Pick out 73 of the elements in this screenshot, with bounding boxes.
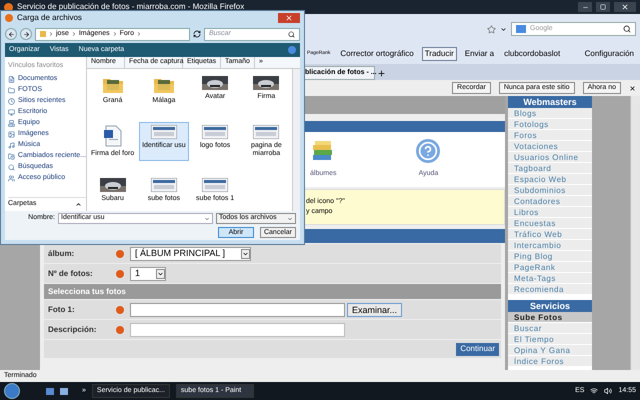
sidebar-link[interactable]: PageRank <box>508 262 592 273</box>
sidebar-link[interactable]: Votaciones <box>508 141 592 152</box>
close-icon[interactable] <box>629 84 636 92</box>
select-field[interactable]: [ ÁLBUM PRINCIPAL ] <box>130 246 252 260</box>
sidebar-link[interactable]: Usuarios Online <box>508 152 592 163</box>
sidebar-link[interactable]: Índice Foros <box>508 356 592 367</box>
new-tab-icon[interactable] <box>377 69 386 78</box>
select-field[interactable]: 1 <box>130 266 166 280</box>
refresh-icon[interactable] <box>193 30 201 38</box>
search-icon[interactable] <box>623 25 631 33</box>
window-title: Servicio de publicación de fotos - miarroba.com - Mozilla Firefox <box>17 1 246 13</box>
scrollbar[interactable] <box>292 69 300 211</box>
screenshot-thumbnail <box>253 125 280 139</box>
toolbar-button[interactable]: Traducir <box>422 47 457 61</box>
sidebar-header: Webmasters <box>508 96 592 108</box>
sidebar-link[interactable]: Fotologs <box>508 119 592 130</box>
sidebar-header: Servicios <box>508 300 592 312</box>
bookmark-star-icon[interactable] <box>487 24 496 34</box>
sidebar-link[interactable]: Sube Fotos <box>508 312 592 323</box>
sidebar-link[interactable]: Contadores <box>508 196 592 207</box>
maximize-icon <box>600 4 606 10</box>
close-icon <box>621 3 629 11</box>
sidebar-link[interactable]: Foros <box>508 130 592 141</box>
file-path-field[interactable] <box>130 302 345 316</box>
network-icon[interactable] <box>590 387 598 395</box>
section-header: Selecciona tus fotos <box>44 284 501 299</box>
screenshot-thumbnail <box>202 125 228 139</box>
scrollbar[interactable] <box>630 96 640 370</box>
field-label: Foto 1: <box>47 304 76 316</box>
dialog-title: Carga de archivos <box>17 12 83 24</box>
field-label: Descripción: <box>47 324 98 336</box>
sidebar-link[interactable]: Libros <box>508 207 592 218</box>
toolbar-button[interactable]: clubcordobaslot <box>502 47 562 61</box>
toolbar-button[interactable]: Configuración <box>582 47 636 61</box>
close-icon <box>285 14 293 22</box>
sidebar-link[interactable]: Blogs <box>508 108 592 119</box>
sidebar-link[interactable]: Tagboard <box>508 163 592 174</box>
sidebar-link[interactable]: Meta-Tags <box>508 273 592 284</box>
sidebar-link[interactable]: Espacio Web <box>508 174 592 185</box>
screenshot-thumbnail <box>150 178 177 192</box>
sidebar-link[interactable]: Recomienda <box>508 284 592 295</box>
search-icon[interactable] <box>288 30 295 38</box>
sidebar-link[interactable]: Tráfico Web <box>508 229 592 240</box>
close-button[interactable] <box>614 2 636 12</box>
forward-button[interactable] <box>20 28 32 40</box>
maximize-button[interactable] <box>596 2 610 12</box>
sidebar-link[interactable]: Subdominios <box>508 185 592 196</box>
toolbar-button[interactable]: Corrector ortográfico <box>338 47 416 61</box>
document-icon <box>102 125 123 147</box>
field-label: Nº de fotos: <box>47 268 94 280</box>
back-button[interactable] <box>5 28 17 40</box>
sidebar-link[interactable]: El Tiempo <box>508 334 592 345</box>
search-engine-icon <box>516 25 526 33</box>
continue-button[interactable]: Continuar <box>456 342 499 356</box>
close-button[interactable] <box>278 13 300 23</box>
field-label: álbum: <box>47 248 76 260</box>
volume-icon[interactable] <box>604 387 612 395</box>
chevron-icon[interactable] <box>75 201 82 208</box>
dialog-app-icon <box>5 14 13 22</box>
sidebar-link[interactable]: Ping Blog <box>508 251 592 262</box>
sidebar-link[interactable]: Buscar <box>508 323 592 334</box>
back-arrow-icon <box>8 30 14 38</box>
description-field[interactable] <box>130 322 345 336</box>
minimize-button[interactable] <box>578 2 592 12</box>
toolbar-button[interactable]: Enviar a <box>462 47 496 61</box>
screenshot-thumbnail <box>150 125 177 139</box>
sidebar-link[interactable]: Intercambio <box>508 240 592 251</box>
sidebar-link[interactable]: Opina Y Gana <box>508 345 592 356</box>
sidebar-link[interactable]: Encuestas <box>508 218 592 229</box>
screenshot-thumbnail <box>202 178 228 192</box>
forward-arrow-icon <box>22 30 30 38</box>
start-button[interactable] <box>4 383 20 399</box>
browse-button[interactable]: Examinar... <box>347 302 402 316</box>
